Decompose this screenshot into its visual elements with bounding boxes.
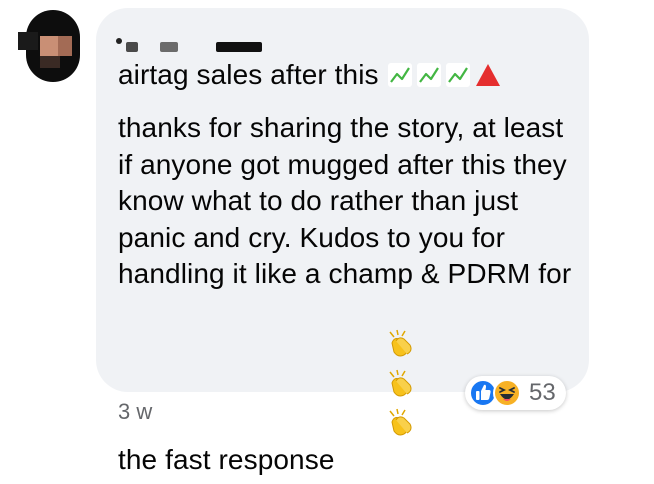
emoji-group	[387, 62, 505, 88]
comment-line1-text: airtag sales after this	[118, 57, 379, 94]
chart-increasing-icon	[387, 62, 413, 88]
emoji-group	[339, 293, 416, 484]
chart-increasing-icon	[445, 62, 471, 88]
clapping-hands-icon	[386, 408, 416, 438]
comment-first-line: airtag sales after this	[118, 56, 578, 94]
red-triangle-up-icon	[474, 62, 502, 88]
clapping-hands-icon	[386, 329, 416, 359]
reaction-count: 53	[529, 379, 556, 407]
comment-text: airtag sales after this thanks for shari…	[118, 56, 578, 484]
timestamp[interactable]: 3 w	[118, 399, 152, 425]
comment-body: thanks for sharing the story, at least i…	[118, 110, 578, 484]
commenter-name-redacted[interactable]	[116, 34, 276, 52]
reactions-summary[interactable]: 53	[465, 376, 566, 410]
clapping-hands-icon	[386, 369, 416, 399]
avatar[interactable]	[18, 10, 88, 82]
haha-icon	[493, 379, 521, 407]
chart-increasing-icon	[416, 62, 442, 88]
